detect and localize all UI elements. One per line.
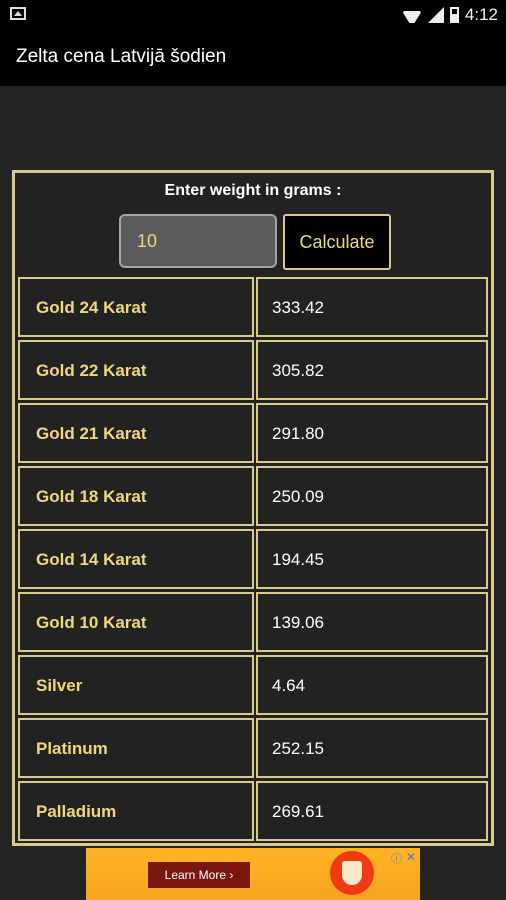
price-value: 139.06: [272, 613, 324, 632]
app-title: Zelta cena Latvijā šodien: [16, 46, 227, 67]
price-row: Gold 10 Karat 139.06: [18, 592, 488, 652]
metal-label: Palladium: [36, 802, 117, 821]
price-cell: 252.15: [256, 718, 488, 778]
ad-banner[interactable]: Learn More › ⓘ ✕: [86, 848, 420, 900]
price-cell: 250.09: [256, 466, 488, 526]
price-value: 305.82: [272, 361, 324, 380]
metal-label: Gold 24 Karat: [36, 298, 147, 317]
status-icons: 4:12: [402, 4, 498, 26]
metal-label: Gold 14 Karat: [36, 550, 147, 569]
price-value: 252.15: [272, 739, 324, 758]
weight-input[interactable]: 10: [119, 214, 277, 268]
price-value: 4.64: [272, 676, 306, 695]
app-bar: Zelta cena Latvijā šodien: [0, 30, 506, 86]
metal-cell: Gold 14 Karat: [18, 529, 254, 589]
price-cell: 4.64: [256, 655, 488, 715]
price-row: Gold 21 Karat 291.80: [18, 403, 488, 463]
status-time: 4:12: [464, 5, 498, 24]
signal-icon: [427, 7, 444, 23]
price-row: Palladium 269.61: [18, 781, 488, 841]
metal-cell: Gold 10 Karat: [18, 592, 254, 652]
price-row: Gold 18 Karat 250.09: [18, 466, 488, 526]
price-cell: 269.61: [256, 781, 488, 841]
image-notification-icon: [10, 7, 26, 20]
metal-label: Gold 21 Karat: [36, 424, 147, 443]
metal-cell: Palladium: [18, 781, 254, 841]
price-row: Silver 4.64: [18, 655, 488, 715]
metal-cell: Gold 18 Karat: [18, 466, 254, 526]
weight-form: Enter weight in grams : 10 Calculate: [15, 173, 491, 277]
calculator-panel: Enter weight in grams : 10 Calculate Gol…: [12, 170, 494, 846]
price-row: Gold 22 Karat 305.82: [18, 340, 488, 400]
ad-logo-icon: [330, 851, 374, 895]
ad-bar: Learn More › ⓘ ✕: [0, 848, 506, 900]
price-cell: 291.80: [256, 403, 488, 463]
price-row: Platinum 252.15: [18, 718, 488, 778]
metal-label: Platinum: [36, 739, 108, 758]
metal-label: Gold 22 Karat: [36, 361, 147, 380]
price-cell: 305.82: [256, 340, 488, 400]
price-value: 291.80: [272, 424, 324, 443]
price-cell: 333.42: [256, 277, 488, 337]
battery-icon: [449, 7, 459, 23]
metal-cell: Gold 24 Karat: [18, 277, 254, 337]
metal-cell: Gold 21 Karat: [18, 403, 254, 463]
price-row: Gold 14 Karat 194.45: [18, 529, 488, 589]
metal-cell: Gold 22 Karat: [18, 340, 254, 400]
price-cell: 194.45: [256, 529, 488, 589]
price-cell: 139.06: [256, 592, 488, 652]
ad-close-icon[interactable]: ✕: [406, 850, 416, 864]
price-value: 194.45: [272, 550, 324, 569]
wifi-icon: [402, 7, 422, 23]
price-value: 333.42: [272, 298, 324, 317]
price-value: 250.09: [272, 487, 324, 506]
status-bar: 4:12: [0, 0, 506, 30]
metal-label: Gold 18 Karat: [36, 487, 147, 506]
metal-label: Gold 10 Karat: [36, 613, 147, 632]
price-row: Gold 24 Karat 333.42: [18, 277, 488, 337]
calculate-button[interactable]: Calculate: [283, 214, 391, 270]
learn-more-button[interactable]: Learn More ›: [148, 862, 250, 888]
metal-label: Silver: [36, 676, 83, 695]
ad-info-icon[interactable]: ⓘ: [391, 850, 402, 866]
metal-cell: Platinum: [18, 718, 254, 778]
weight-prompt: Enter weight in grams :: [164, 182, 342, 199]
price-value: 269.61: [272, 802, 324, 821]
metal-cell: Silver: [18, 655, 254, 715]
